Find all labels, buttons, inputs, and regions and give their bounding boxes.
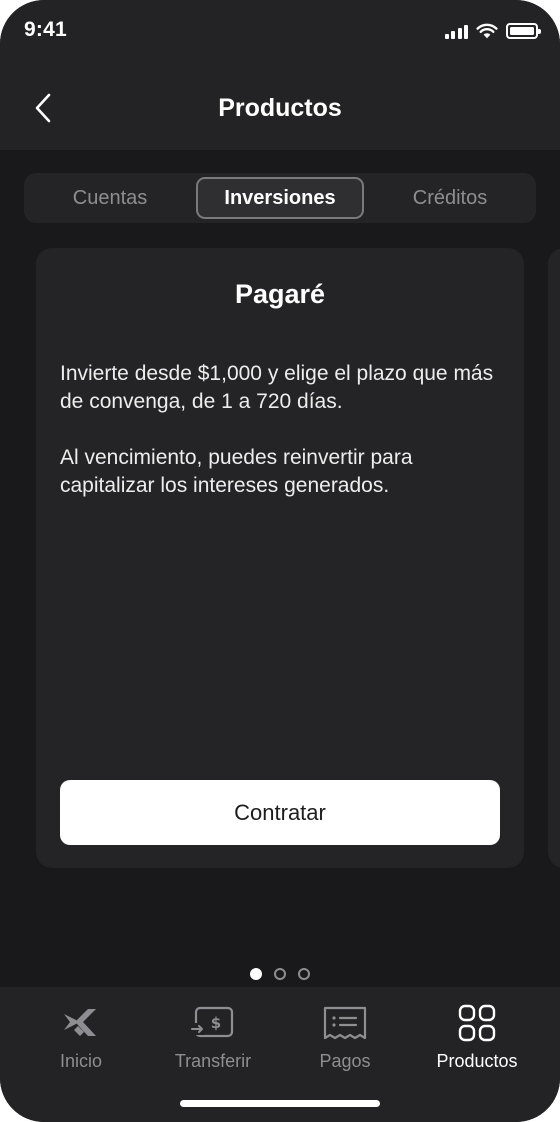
status-time: 9:41 xyxy=(24,18,67,41)
nav-label-transferir: Transferir xyxy=(174,1051,252,1071)
nav-item-inicio[interactable]: Inicio xyxy=(16,1003,146,1072)
product-maturity-note: Al vencimiento, puedes reinvertir para c… xyxy=(60,446,413,497)
status-icons xyxy=(444,20,541,42)
signal-icon xyxy=(444,23,468,39)
product-description: Invierte desde $1,000 y elige el plazo q… xyxy=(60,362,494,413)
product-tabs: Cuentas Inversiones Créditos xyxy=(24,173,536,223)
payments-list-icon xyxy=(321,1003,369,1043)
tab-inversiones[interactable]: Inversiones xyxy=(196,177,364,219)
nav-label-inicio: Inicio xyxy=(59,1051,103,1071)
pager-dot[interactable] xyxy=(298,968,310,980)
page-title: Productos xyxy=(218,94,342,122)
pager-dots xyxy=(0,968,560,980)
battery-icon xyxy=(506,23,541,39)
nav-item-pagos[interactable]: Pagos xyxy=(280,1003,410,1072)
pager-dot[interactable] xyxy=(250,968,262,980)
home-indicator[interactable] xyxy=(180,1100,380,1107)
contract-button[interactable]: Contratar xyxy=(60,780,500,845)
pager-dot[interactable] xyxy=(274,968,286,980)
tab-cuentas[interactable]: Cuentas xyxy=(28,177,192,219)
product-card: Pagaré Invierte desde $1,000 y elige el … xyxy=(36,248,524,868)
nav-item-productos[interactable]: Productos xyxy=(412,1003,542,1072)
nav-label-productos: Productos xyxy=(436,1051,518,1071)
next-product-card[interactable] xyxy=(548,248,560,868)
svg-text:$: $ xyxy=(211,1014,221,1032)
phone-screen: 9:41 Productos Cuentas Inversiones Crédi… xyxy=(0,0,560,1122)
app-header: 9:41 Productos xyxy=(0,0,560,150)
products-grid-icon xyxy=(453,1003,501,1043)
nav-item-transferir[interactable]: $ Transferir xyxy=(148,1003,278,1072)
transfer-icon: $ xyxy=(189,1003,237,1043)
nav-label-pagos: Pagos xyxy=(319,1051,371,1071)
product-card-title: Pagaré xyxy=(234,279,326,309)
wifi-icon xyxy=(476,23,498,39)
home-logo-icon xyxy=(57,1003,105,1043)
tab-creditos[interactable]: Créditos xyxy=(368,177,532,219)
